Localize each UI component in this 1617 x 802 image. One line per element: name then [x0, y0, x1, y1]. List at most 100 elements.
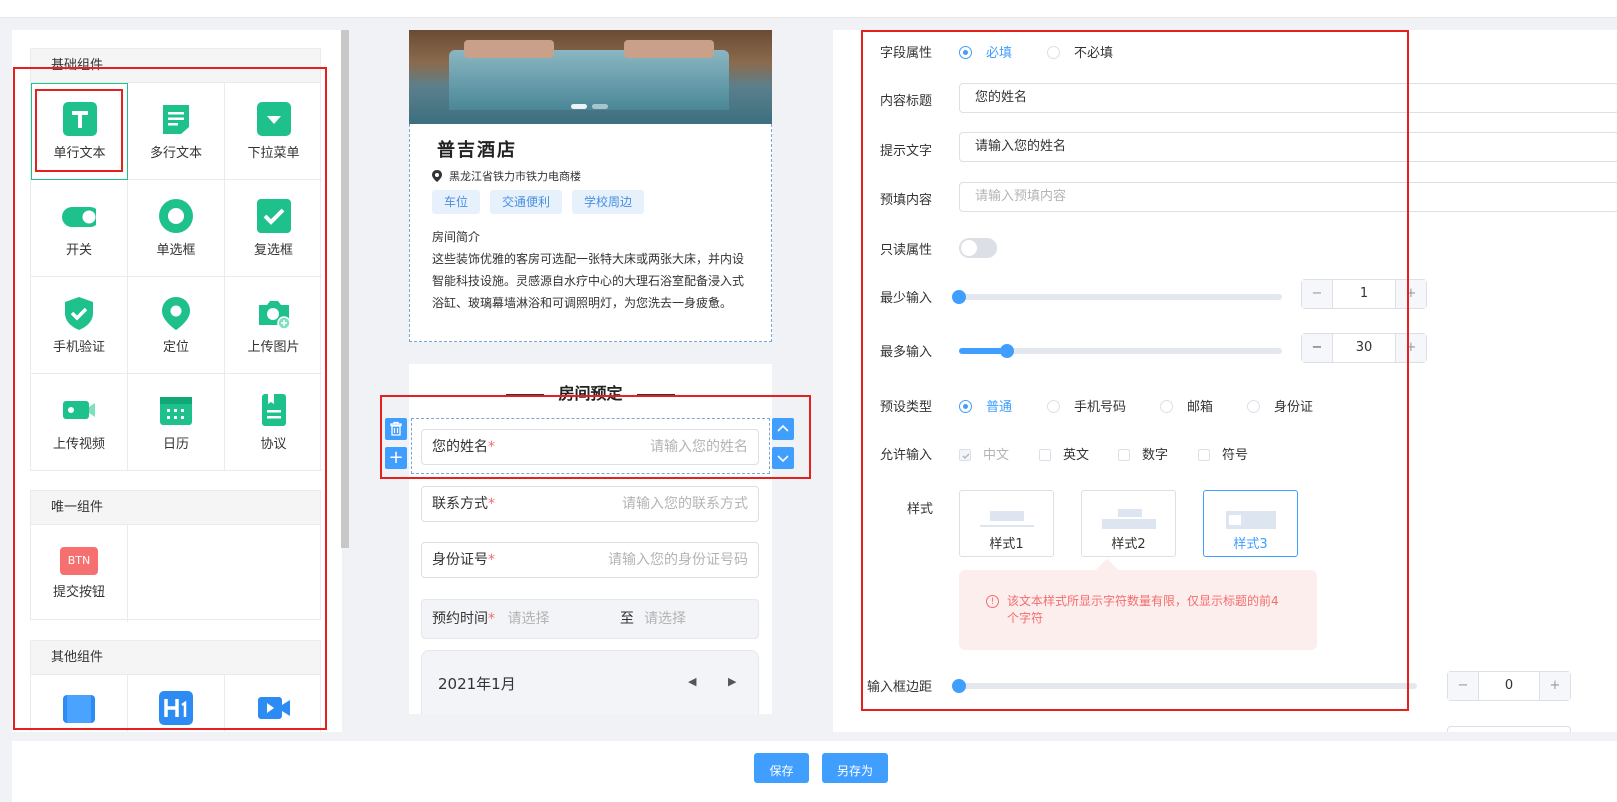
field-id-number[interactable]: 身份证号* 请输入您的身份证号码: [421, 542, 759, 578]
readonly-switch[interactable]: [959, 238, 997, 258]
property-panel: 字段属性 必填 不必填 内容标题 您的姓名 提示文字 请输入您的姓名 预填内容 …: [833, 30, 1617, 732]
allow-input-label: 允许输入: [880, 448, 933, 463]
style-label: 样式: [907, 502, 934, 517]
carousel-dot[interactable]: [592, 104, 608, 109]
margin-slider-track[interactable]: [959, 683, 1417, 689]
carousel-icon: [63, 695, 95, 723]
component-radio[interactable]: 单选框: [128, 180, 225, 277]
toggle-icon: [62, 206, 96, 227]
component-label: 日历: [162, 436, 189, 452]
component-label: 提交按钮: [52, 585, 105, 600]
warning-icon: !: [986, 595, 999, 608]
plus-icon[interactable]: +: [1539, 672, 1570, 700]
component-toggle[interactable]: 开关: [31, 180, 128, 277]
component-label: 下拉菜单: [247, 145, 300, 161]
field-date-range[interactable]: 预约时间* 请选择 至 请选择: [421, 599, 759, 639]
field-name[interactable]: 您的姓名* 请输入您的姓名: [421, 429, 759, 465]
minus-icon[interactable]: −: [1448, 672, 1479, 700]
component-label: 复选框: [253, 242, 293, 258]
unique-components-title: 唯一组件: [31, 491, 320, 525]
carousel-dot-active[interactable]: [571, 104, 587, 109]
component-palette: 基础组件 单行文本 多行文本 下拉菜单 开关 单选框 复选框 手机验证 定位 上…: [12, 30, 342, 732]
title-input[interactable]: 您的姓名: [959, 83, 1617, 113]
component-label: 单选框: [156, 242, 196, 258]
location-pin-icon: [162, 296, 190, 330]
prev-month-icon[interactable]: ◀: [688, 675, 696, 688]
bottom-bar: 保存 另存为: [12, 741, 1617, 802]
component-upload-image[interactable]: 上传图片: [225, 277, 322, 374]
section-divider: [409, 342, 772, 364]
hotel-info-block[interactable]: 普吉酒店 黑龙江省铁力市铁力电商楼 车位 交通便利 学校周边 房间简介 这些装饰优雅…: [409, 124, 772, 342]
calendar-month: 2021年1月: [438, 675, 516, 693]
style-option-1[interactable]: 样式1: [959, 490, 1054, 557]
field-contact[interactable]: 联系方式* 请输入您的联系方式: [421, 486, 759, 522]
component-submit-button[interactable]: BTN 提交按钮: [31, 525, 128, 622]
heading-icon: [159, 691, 193, 725]
component-checkbox[interactable]: 复选框: [225, 180, 322, 277]
required-off-radio[interactable]: 不必填: [1047, 42, 1113, 61]
chevron-down-icon: [777, 455, 789, 463]
preset-normal-radio[interactable]: 普通: [959, 396, 1012, 415]
style-option-2[interactable]: 样式2: [1081, 490, 1176, 557]
chevron-up-icon: [777, 424, 789, 432]
min-slider-thumb[interactable]: [952, 290, 966, 304]
plus-icon[interactable]: +: [1395, 334, 1426, 362]
preset-idcard-radio[interactable]: 身份证: [1247, 396, 1313, 415]
calendar-icon: [160, 396, 192, 425]
component-single-line-text[interactable]: 单行文本: [31, 83, 128, 180]
plus-icon[interactable]: +: [1395, 280, 1426, 308]
left-scrollbar[interactable]: [341, 30, 349, 548]
location-pin-icon: [432, 170, 442, 182]
allow-symbol-checkbox[interactable]: 符号: [1198, 444, 1248, 463]
component-calendar[interactable]: 日历: [128, 374, 225, 471]
margin-stepper[interactable]: − 0 +: [1447, 671, 1571, 701]
component-label: 多行文本: [149, 145, 202, 161]
minus-icon[interactable]: −: [1302, 280, 1333, 308]
min-stepper[interactable]: − 1 +: [1301, 279, 1427, 309]
hint-input[interactable]: 请输入您的姓名: [959, 132, 1617, 162]
component-heading[interactable]: [128, 675, 225, 732]
component-label: 单行文本: [53, 146, 106, 161]
component-video-player[interactable]: [225, 675, 322, 732]
max-slider-thumb[interactable]: [1000, 344, 1014, 358]
component-multi-line-text[interactable]: 多行文本: [128, 83, 225, 180]
style-option-3-selected[interactable]: 样式3: [1203, 490, 1298, 557]
move-down-button[interactable]: [772, 447, 794, 469]
allow-english-checkbox[interactable]: 英文: [1039, 444, 1089, 463]
preset-email-radio[interactable]: 邮箱: [1160, 396, 1213, 415]
component-dropdown[interactable]: 下拉菜单: [225, 83, 322, 180]
allow-number-checkbox[interactable]: 数字: [1118, 444, 1168, 463]
add-field-button[interactable]: +: [385, 447, 407, 469]
plus-icon: +: [388, 447, 404, 468]
hotel-address: 黑龙江省铁力市铁力电商楼: [432, 168, 581, 184]
component-agreement[interactable]: 协议: [225, 374, 322, 471]
allow-chinese-checkbox[interactable]: 中文: [959, 444, 1009, 463]
delete-field-button[interactable]: [385, 418, 407, 440]
camera-icon: [258, 300, 291, 330]
component-phone-verify[interactable]: 手机验证: [31, 277, 128, 374]
max-stepper[interactable]: − 30 +: [1301, 333, 1427, 363]
readonly-label: 只读属性: [880, 243, 933, 258]
save-as-button[interactable]: 另存为: [822, 753, 888, 783]
move-up-button[interactable]: [772, 418, 794, 440]
component-label: 上传视频: [52, 436, 105, 452]
component-banner[interactable]: [31, 675, 128, 732]
next-stepper-partial[interactable]: [1447, 726, 1571, 732]
minus-icon[interactable]: −: [1302, 334, 1333, 362]
margin-slider-thumb[interactable]: [952, 679, 966, 693]
next-month-icon[interactable]: ▶: [728, 675, 736, 688]
calendar[interactable]: 2021年1月 ◀ ▶: [421, 650, 759, 714]
radio-icon: [1047, 46, 1060, 59]
warning-text: 该文本样式所显示字符数量有限，仅显示标题的前4个字符: [1007, 594, 1279, 625]
save-button[interactable]: 保存: [754, 753, 809, 783]
max-input-label: 最多输入: [880, 345, 933, 360]
component-upload-video[interactable]: 上传视频: [31, 374, 128, 471]
checkbox-icon: [256, 198, 291, 233]
preset-phone-radio[interactable]: 手机号码: [1047, 396, 1126, 415]
other-components-title: 其他组件: [31, 641, 320, 675]
prefill-input[interactable]: 请输入预填内容: [959, 182, 1617, 212]
required-on-radio[interactable]: 必填: [959, 42, 1012, 61]
component-location[interactable]: 定位: [128, 277, 225, 374]
min-slider-track[interactable]: [959, 294, 1282, 300]
top-bar: [0, 0, 1617, 18]
